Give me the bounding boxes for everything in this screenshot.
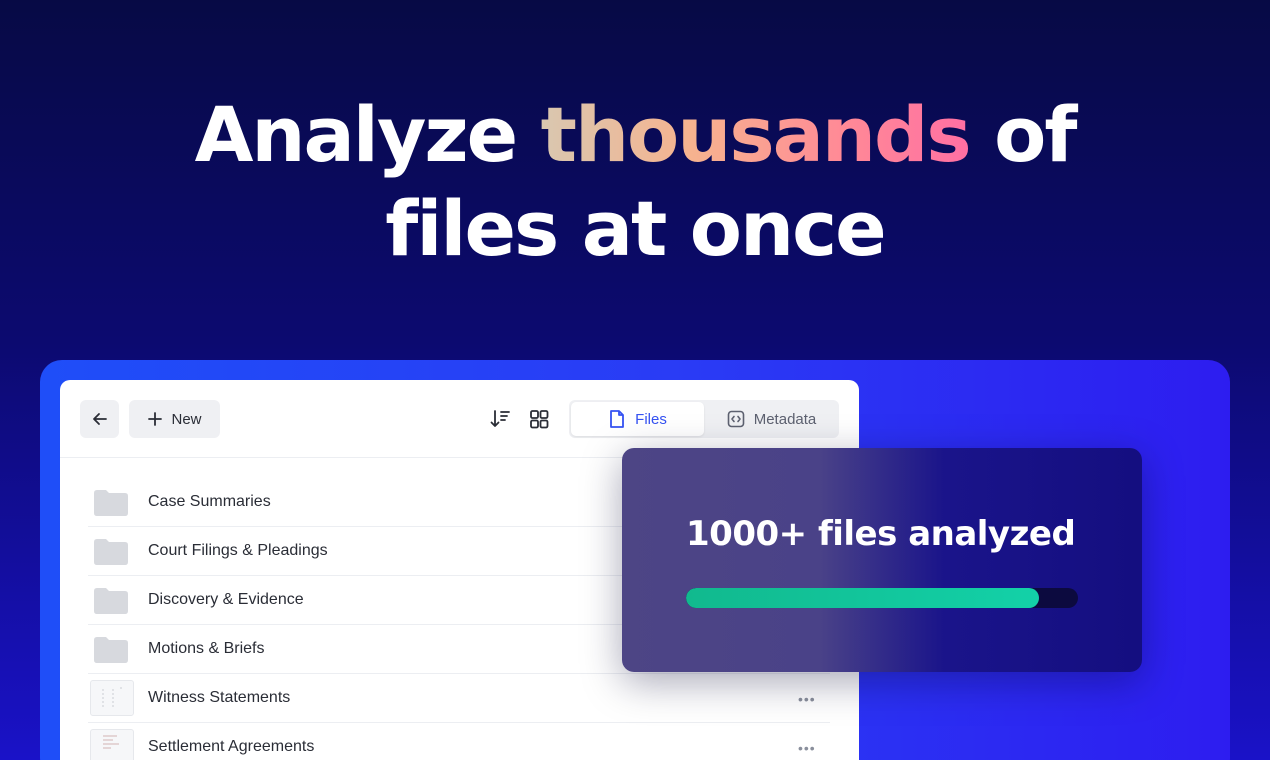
folder-icon — [94, 539, 128, 565]
sort-descending-icon — [490, 410, 510, 427]
file-icon — [610, 410, 625, 428]
tab-files[interactable]: Files — [571, 402, 704, 436]
list-item-name: Discovery & Evidence — [148, 591, 304, 608]
back-button[interactable] — [80, 400, 119, 438]
folder-icon — [94, 490, 128, 516]
analysis-title: 1000+ files analyzed — [686, 514, 1076, 554]
list-item-name: Settlement Agreements — [148, 738, 315, 755]
analysis-status-card: 1000+ files analyzed — [622, 448, 1142, 672]
folder-icon — [94, 588, 128, 614]
new-button[interactable]: New — [129, 400, 220, 438]
headline-line-2: files at once — [385, 184, 886, 273]
grid-view-icon — [530, 410, 549, 429]
analysis-progress-bar — [686, 588, 1078, 608]
list-item-name: Witness Statements — [148, 689, 291, 706]
document-thumbnail — [90, 680, 134, 716]
list-item[interactable]: Settlement Agreements ••• — [88, 723, 830, 760]
analysis-progress-fill — [686, 588, 1039, 608]
list-item-name: Case Summaries — [148, 493, 271, 510]
view-tabs: Files Metadata — [569, 400, 839, 438]
document-thumbnail — [90, 729, 134, 760]
hero-headline: Analyze thousands of files at once — [0, 88, 1270, 276]
headline-highlight: thousands — [540, 90, 972, 179]
headline-post: of — [969, 90, 1077, 179]
headline-pre: Analyze — [194, 90, 541, 179]
more-horizontal-icon[interactable]: ••• — [798, 691, 818, 707]
sort-button[interactable] — [489, 408, 511, 430]
list-item-name: Court Filings & Pleadings — [148, 542, 328, 559]
code-brackets-icon — [727, 410, 745, 428]
tab-files-label: Files — [635, 410, 667, 428]
tab-metadata-label: Metadata — [753, 410, 817, 428]
headline-line-1: Analyze thousands of — [0, 88, 1270, 182]
folder-icon — [94, 637, 128, 663]
file-browser-toolbar: New Files Metadata — [60, 380, 859, 458]
list-item[interactable]: Witness Statements ••• — [88, 674, 830, 723]
more-horizontal-icon[interactable]: ••• — [798, 740, 818, 756]
grid-view-button[interactable] — [528, 408, 550, 430]
new-button-label: New — [171, 410, 202, 428]
plus-icon — [148, 412, 163, 426]
tab-metadata[interactable]: Metadata — [706, 402, 837, 436]
arrow-left-icon — [92, 413, 107, 425]
list-item-name: Motions & Briefs — [148, 640, 265, 657]
